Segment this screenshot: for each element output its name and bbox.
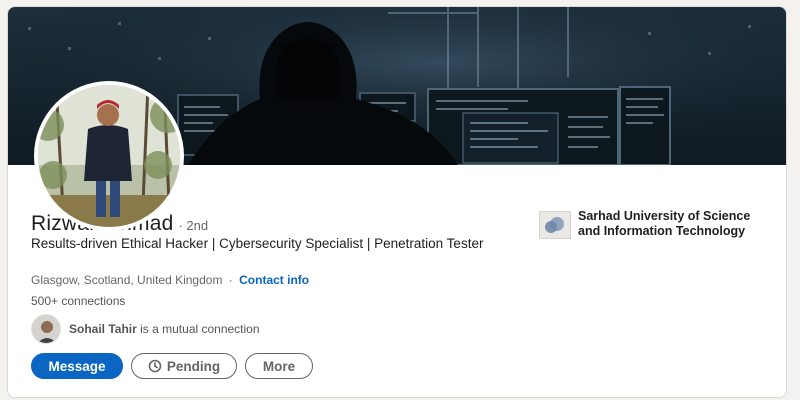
university-logo-icon	[539, 211, 571, 239]
pending-button[interactable]: Pending	[131, 353, 237, 379]
mutual-connection-suffix: is a mutual connection	[136, 322, 260, 336]
mutual-connection-text: Sohail Tahir is a mutual connection	[69, 322, 260, 336]
message-button[interactable]: Message	[31, 353, 123, 379]
education-entry[interactable]: Sarhad University of Science and Informa…	[539, 209, 768, 239]
pending-label: Pending	[166, 358, 221, 374]
contact-info-link[interactable]: Contact info	[239, 273, 309, 287]
mutual-connection-row[interactable]: Sohail Tahir is a mutual connection	[31, 314, 260, 344]
profile-actions: Message Pending More	[31, 353, 321, 379]
profile-photo	[38, 85, 180, 227]
profile-location: Glasgow, Scotland, United Kingdom	[31, 273, 223, 287]
mutual-connection-name: Sohail Tahir	[69, 322, 137, 336]
separator-dot: ·	[228, 273, 233, 287]
profile-card: Rizwan Ahmad · 2nd Results-driven Ethica…	[7, 6, 787, 398]
education-name: Sarhad University of Science and Informa…	[578, 209, 751, 238]
connection-degree: · 2nd	[178, 218, 209, 233]
profile-headline: Results-driven Ethical Hacker | Cybersec…	[31, 236, 484, 251]
more-button[interactable]: More	[245, 353, 313, 379]
location-row: Glasgow, Scotland, United Kingdom · Cont…	[31, 273, 309, 287]
connections-count[interactable]: 500+ connections	[31, 294, 125, 308]
profile-avatar[interactable]	[34, 81, 184, 231]
clock-icon	[148, 359, 162, 373]
mutual-avatar	[31, 314, 61, 344]
